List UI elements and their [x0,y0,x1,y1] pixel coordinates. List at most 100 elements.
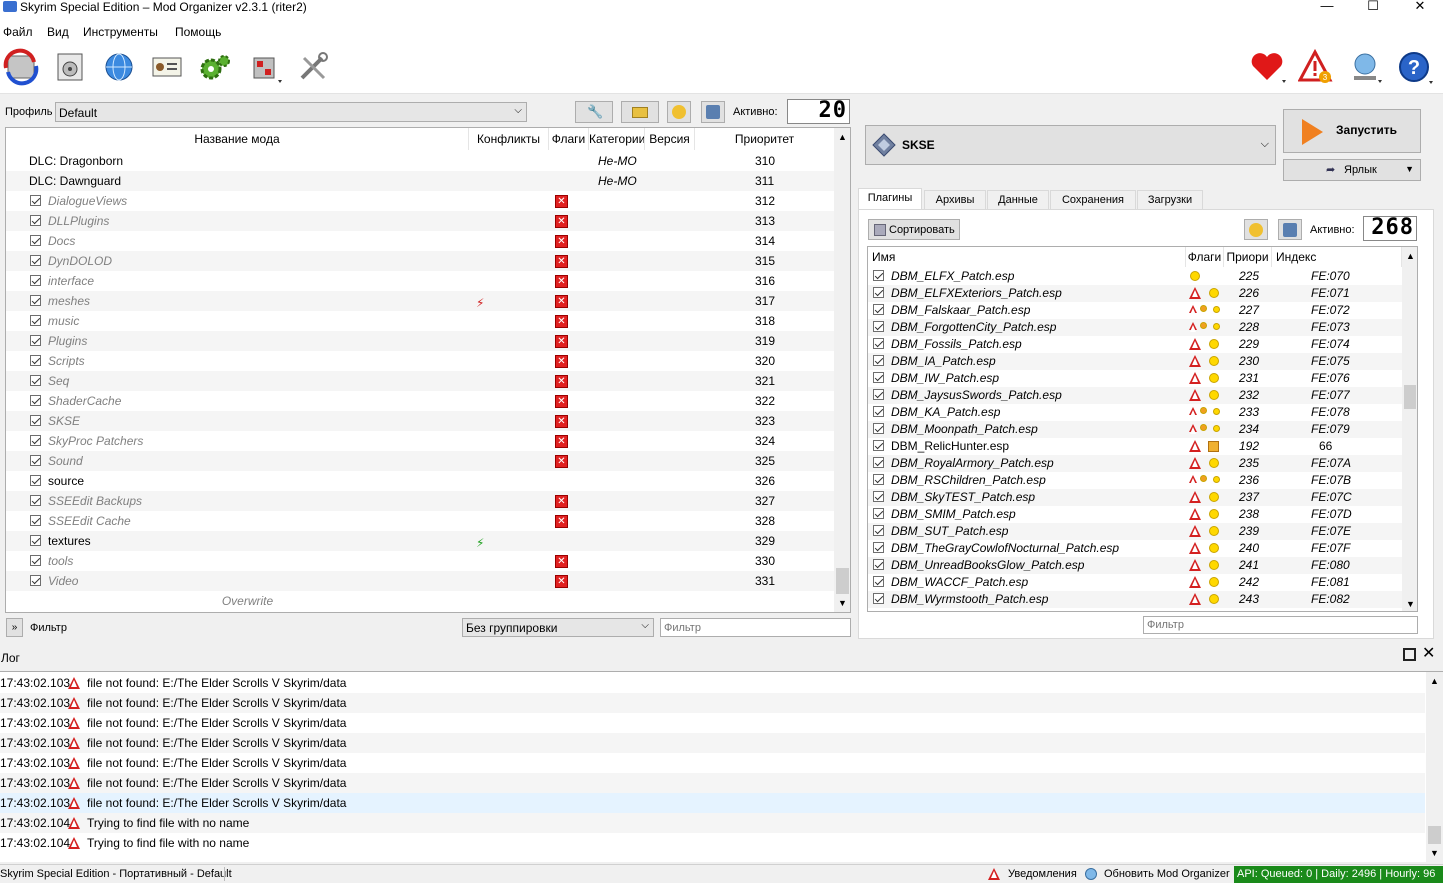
change-game-icon[interactable] [2,48,42,88]
plugin-checkbox[interactable] [873,389,884,400]
profile-select[interactable]: Default ⌵ [55,102,527,122]
mod-row[interactable]: Plugins ✕ 319 [6,331,834,351]
scroll-thumb[interactable] [836,568,849,594]
col-name-header[interactable]: Название мода [6,128,469,150]
scroll-up-icon[interactable]: ▲ [838,132,847,142]
plugin-checkbox[interactable] [873,474,884,485]
plugin-checkbox[interactable] [873,270,884,281]
plugin-row[interactable]: DBM_RoyalArmory_Patch.esp 235 FE:07A [868,455,1402,472]
help-icon[interactable]: ? [1396,48,1436,88]
mod-row[interactable]: textures ⚡ 329 [6,531,834,551]
mod-row[interactable]: meshes ⚡ ✕ 317 [6,291,834,311]
overwrite-row[interactable]: Overwrite [6,594,489,608]
plugin-row[interactable]: DBM_JaysusSwords_Patch.esp 232 FE:077 [868,387,1402,404]
plugin-row[interactable]: DBM_Moonpath_Patch.esp 234 FE:079 [868,421,1402,438]
endorse-heart-icon[interactable] [1248,48,1288,88]
close-button[interactable]: ✕ [1397,0,1443,14]
plugin-row[interactable]: DBM_TheGrayCowlofNocturnal_Patch.esp 240 F… [868,540,1402,557]
plugin-row[interactable]: DBM_RelicHunter.esp 192 66 [868,438,1402,455]
plugin-col-name-header[interactable]: Имя [868,247,1186,267]
scroll-down-icon[interactable]: ▼ [1430,848,1439,858]
maximize-button[interactable]: ☐ [1350,0,1396,14]
mod-row[interactable]: DialogueViews ✕ 312 [6,191,834,211]
plugin-row[interactable]: DBM_IA_Patch.esp 230 FE:075 [868,353,1402,370]
mod-checkbox[interactable] [30,375,41,386]
mod-row[interactable]: DLC: Dragonborn Не-МО 310 [6,151,834,171]
mod-row[interactable]: SSEEdit Cache ✕ 328 [6,511,834,531]
menu-tools[interactable]: Инструменты [83,25,158,39]
plugin-checkbox[interactable] [873,304,884,315]
plugin-filter-input[interactable] [1143,616,1418,634]
settings-tools-icon[interactable] [294,48,334,88]
log-entry[interactable]: 17:43:02.103 file not found: E:/The Elder… [0,773,1425,793]
mod-row[interactable]: Video ✕ 331 [6,571,834,591]
scroll-down-icon[interactable]: ▼ [838,598,847,608]
log-entry[interactable]: 17:43:02.103 file not found: E:/The Elder… [0,713,1425,733]
update-globe-icon[interactable] [1346,48,1386,88]
menu-file[interactable]: Файл [3,25,33,39]
log-entry[interactable]: 17:43:02.104 Trying to find file with no … [0,813,1425,833]
log-entry[interactable]: 17:43:02.103 file not found: E:/The Elder… [0,693,1425,713]
mod-checkbox[interactable] [30,515,41,526]
mod-checkbox[interactable] [30,295,41,306]
mod-checkbox[interactable] [30,415,41,426]
mod-row[interactable]: DLC: Dawnguard Не-МО 311 [6,171,834,191]
plugin-row[interactable]: DBM_KA_Patch.esp 233 FE:078 [868,404,1402,421]
mod-checkbox[interactable] [30,215,41,226]
run-button[interactable]: Запустить [1283,109,1421,153]
plugin-row[interactable]: DBM_Falskaar_Patch.esp 227 FE:072 [868,302,1402,319]
log-scrollbar[interactable]: ▲ ▼ [1426,672,1443,862]
mod-row[interactable]: source 326 [6,471,834,491]
plugin-col-index-header[interactable]: Индекс [1272,247,1402,267]
log-entry[interactable]: 17:43:02.103 file not found: E:/The Elder… [0,793,1425,813]
mod-checkbox[interactable] [30,235,41,246]
open-folder-button[interactable] [621,101,659,123]
plugin-col-priority-header[interactable]: Приори [1224,247,1272,267]
scroll-up-icon[interactable]: ▲ [1430,676,1439,686]
plugin-row[interactable]: DBM_WACCF_Patch.esp 242 FE:081 [868,574,1402,591]
col-priority-header[interactable]: Приоритет [695,128,835,150]
mod-checkbox[interactable] [30,275,41,286]
plugin-checkbox[interactable] [873,593,884,604]
mod-checkbox[interactable] [30,355,41,366]
plugin-checkbox[interactable] [873,406,884,417]
col-category-header[interactable]: Категории [589,128,645,150]
plugin-row[interactable]: DBM_ELFXExteriors_Patch.esp 226 FE:071 [868,285,1402,302]
tab-plugins[interactable]: Плагины [858,188,922,209]
executable-select[interactable]: SKSE ⌵ [865,125,1276,165]
mod-row[interactable]: SKSE ✕ 323 [6,411,834,431]
plugin-row[interactable]: DBM_Wyrmstooth_Patch.esp 243 FE:082 [868,591,1402,608]
mod-checkbox[interactable] [30,455,41,466]
mod-checkbox[interactable] [30,435,41,446]
plugin-checkbox[interactable] [873,508,884,519]
plugin-checkbox[interactable] [873,457,884,468]
plugin-row[interactable]: DBM_SUT_Patch.esp 239 FE:07E [868,523,1402,540]
mod-checkbox[interactable] [30,315,41,326]
mod-checkbox[interactable] [30,495,41,506]
scroll-thumb[interactable] [1404,385,1416,409]
mod-row[interactable]: ShaderCache ✕ 322 [6,391,834,411]
mod-filter-input[interactable] [660,618,851,637]
mod-list-scrollbar[interactable]: ▲ ▼ [834,128,850,612]
col-flags-header[interactable]: Флаги [549,128,589,150]
mod-row[interactable]: DLLPlugins ✕ 313 [6,211,834,231]
plugin-checkbox[interactable] [873,338,884,349]
mod-row[interactable]: Docs ✕ 314 [6,231,834,251]
plugin-col-flags-header[interactable]: Флаги [1186,247,1224,267]
plugin-checkbox[interactable] [873,355,884,366]
float-log-icon[interactable] [1403,648,1416,661]
log-entry[interactable]: 17:43:02.104 Trying to find file with no … [0,833,1425,853]
nexus-globe-icon[interactable] [100,48,140,88]
update-mo-button[interactable]: Обновить Mod Organizer [1083,866,1231,882]
plugin-checkbox[interactable] [873,525,884,536]
log-entry[interactable]: 17:43:02.103 file not found: E:/The Elder… [0,733,1425,753]
mod-row[interactable]: tools ✕ 330 [6,551,834,571]
plugins-restore-button[interactable] [1244,219,1268,240]
plugin-checkbox[interactable] [873,542,884,553]
mod-row[interactable]: SkyProc Patchers ✕ 324 [6,431,834,451]
plugin-row[interactable]: DBM_UnreadBooksGlow_Patch.esp 241 FE:080 [868,557,1402,574]
mod-checkbox[interactable] [30,335,41,346]
plugin-tools-icon[interactable] [246,48,286,88]
mod-row[interactable]: interface ✕ 316 [6,271,834,291]
archive-tools-button[interactable]: 🔧 [575,101,613,123]
